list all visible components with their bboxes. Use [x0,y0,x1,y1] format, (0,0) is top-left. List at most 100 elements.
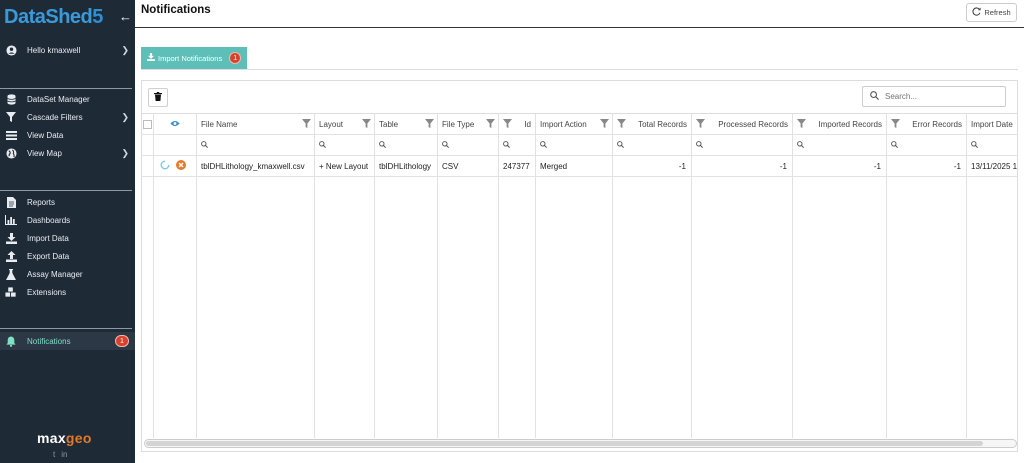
column-filter[interactable] [793,135,886,156]
filter-cell [154,135,196,156]
logo-part-geo: geo [65,430,92,446]
eye-icon [170,120,180,129]
cell-error-records[interactable]: -1 [887,156,966,177]
column-filter[interactable] [499,135,535,156]
brand-logo[interactable]: DataShed5 [4,6,103,29]
refresh-icon [972,7,981,18]
sidebar-item-label: Dashboards [27,215,71,225]
tab-label: Import Notifications [158,53,223,63]
sidebar-item-export-data[interactable]: Export Data [0,248,135,264]
funnel-icon[interactable] [503,119,512,130]
cell-file-name[interactable]: tblDHLithology_kmaxwell.csv [197,156,314,177]
column-filter[interactable] [887,135,966,156]
funnel-icon[interactable] [362,119,371,130]
sidebar-item-label: View Data [27,130,64,140]
funnel-icon[interactable] [486,119,495,130]
column-filter[interactable] [197,135,314,156]
select-all-checkbox[interactable] [141,114,153,135]
cell-total-records[interactable]: -1 [613,156,691,177]
sidebar-item-label: Extensions [27,287,67,297]
column-header[interactable]: File Type [438,114,498,135]
sidebar-item-reports[interactable]: Reports [0,194,135,210]
sidebar-item-extensions[interactable]: Extensions [0,284,135,300]
cancel-icon[interactable] [176,160,186,172]
column-header[interactable]: Import Date [967,114,1018,135]
delete-button[interactable] [148,88,168,107]
search-icon [319,140,326,150]
funnel-icon[interactable] [696,119,705,130]
column-filter[interactable] [692,135,792,156]
funnel-icon[interactable] [617,119,626,130]
tab-import-notifications[interactable]: Import Notifications 1 [141,47,247,69]
sidebar-item-cascade-filters[interactable]: Cascade Filters ❯ [0,109,135,125]
column-header-label: Imported Records [818,119,882,129]
sidebar-item-assay-manager[interactable]: Assay Manager [0,266,135,282]
cell-table[interactable]: tblDHLithology [375,156,437,177]
column-processed-records: Processed Records -1 [692,114,793,438]
linkedin-icon[interactable]: in [61,450,67,459]
sidebar-divider [0,328,132,329]
column-header[interactable]: Processed Records [692,114,792,135]
search-icon [870,91,879,102]
chevron-right-icon: ❯ [121,147,129,158]
column-filter[interactable] [967,135,1018,156]
search-input[interactable] [885,92,995,101]
funnel-icon[interactable] [891,119,900,130]
cell-file-type[interactable]: CSV [438,156,498,177]
column-header[interactable]: Id [499,114,535,135]
search-icon [442,140,449,150]
sidebar-item-label: Import Data [27,233,69,243]
column-filter[interactable] [315,135,374,156]
sidebar-item-dataset-manager[interactable]: DataSet Manager [0,91,135,107]
column-error-records: Error Records -1 [887,114,967,438]
sidebar-item-view-data[interactable]: View Data [0,127,135,143]
sidebar-item-dashboards[interactable]: Dashboards [0,212,135,228]
sidebar-item-view-map[interactable]: View Map ❯ [0,145,135,161]
funnel-icon[interactable] [425,119,434,130]
globe-icon [5,147,17,159]
column-header[interactable]: Import Action [536,114,612,135]
user-greeting: Hello kmaxwell [27,45,81,55]
search-icon [540,140,547,150]
sidebar-item-user[interactable]: Hello kmaxwell ❯ [0,42,135,58]
search-box[interactable] [862,86,1006,107]
column-table: Table tblDHLithology [375,114,438,438]
column-header[interactable]: File Name [197,114,314,135]
column-filter[interactable] [375,135,437,156]
funnel-icon[interactable] [797,119,806,130]
column-header[interactable]: Error Records [887,114,966,135]
search-icon [201,140,208,150]
spinner-icon[interactable] [160,160,170,172]
cell-processed-records[interactable]: -1 [692,156,792,177]
column-header[interactable]: Imported Records [793,114,886,135]
sidebar-item-import-data[interactable]: Import Data [0,230,135,246]
scrollbar-thumb[interactable] [146,441,983,446]
cell-id[interactable]: 247377 [499,156,535,177]
twitter-icon[interactable]: t [53,450,55,459]
funnel-icon[interactable] [600,119,609,130]
cell-imported-records[interactable]: -1 [793,156,886,177]
cell-layout[interactable]: + New Layout [315,156,374,177]
refresh-button[interactable]: Refresh [966,3,1017,22]
column-filter[interactable] [438,135,498,156]
checkbox-icon [143,119,152,129]
sidebar-item-label: Reports [27,197,56,207]
bell-icon [5,336,17,347]
cell-import-date[interactable]: 13/11/2025 1 [967,156,1018,177]
cell-import-action[interactable]: Merged [536,156,612,177]
column-filter[interactable] [613,135,691,156]
sidebar-item-notifications[interactable]: Notifications 1 [0,332,135,350]
column-header-label: File Name [201,119,238,129]
column-header[interactable]: Layout [315,114,374,135]
column-header[interactable]: Total Records [613,114,691,135]
column-header-label: Total Records [638,119,687,129]
row-select[interactable] [141,156,153,177]
sidebar-item-label: Notifications [27,336,71,346]
collapse-sidebar-icon[interactable]: ← [119,9,132,24]
column-filter[interactable] [536,135,612,156]
notifications-grid: File Name tblDHLithology_kmaxwell.csv La… [141,113,1018,438]
funnel-icon[interactable] [302,119,311,130]
tab-underline [141,69,1018,70]
horizontal-scrollbar[interactable] [144,439,1017,448]
column-header[interactable]: Table [375,114,437,135]
